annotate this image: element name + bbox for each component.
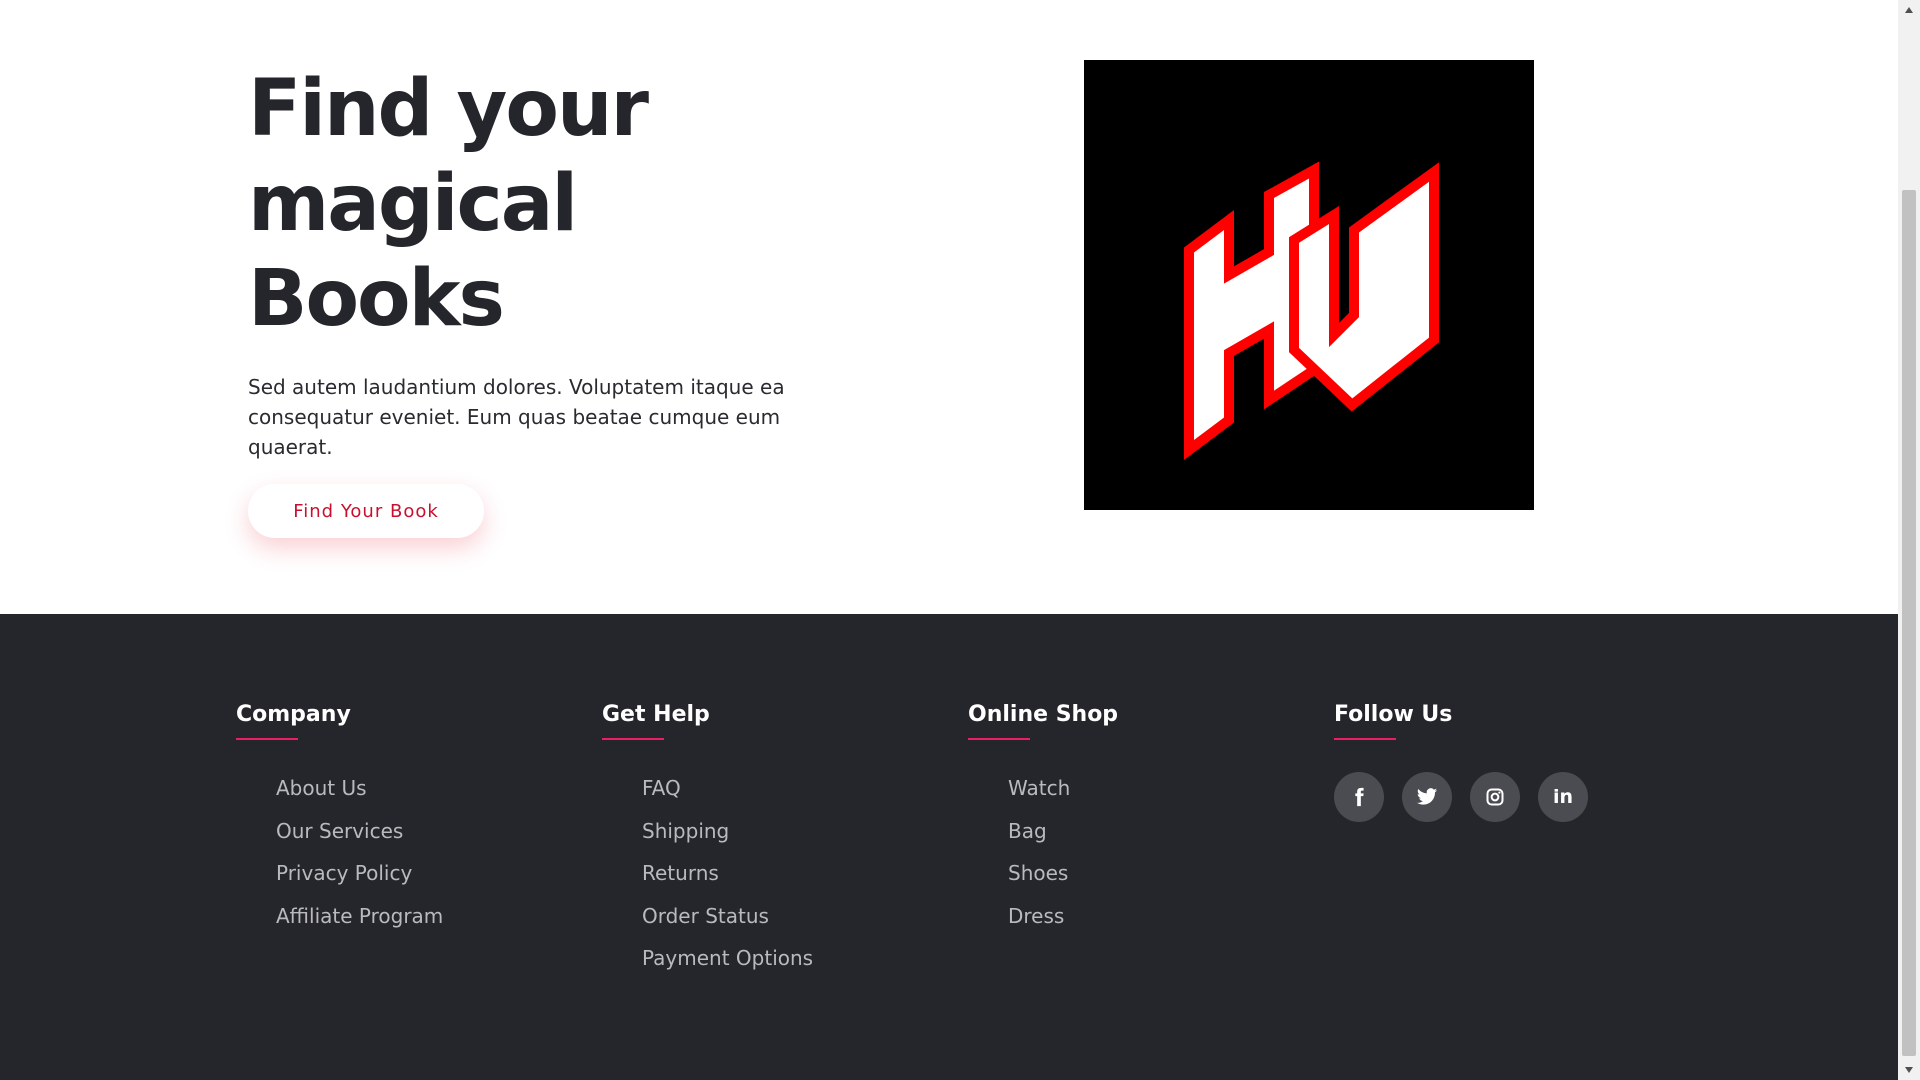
footer-link-payment-options[interactable]: Payment Options	[642, 946, 813, 970]
footer-link-our-services[interactable]: Our Services	[276, 819, 403, 843]
footer-link-order-status[interactable]: Order Status	[642, 904, 769, 928]
hv-logo-image	[1084, 60, 1534, 510]
footer-link-watch[interactable]: Watch	[1008, 776, 1070, 800]
list-item: FAQ	[642, 774, 942, 817]
instagram-button[interactable]	[1470, 772, 1520, 822]
scroll-down-arrow[interactable]	[1898, 1060, 1920, 1080]
scroll-up-arrow[interactable]	[1898, 0, 1920, 20]
linkedin-button[interactable]: in	[1538, 772, 1588, 822]
footer-heading-online-shop: Online Shop	[968, 702, 1119, 727]
footer-link-faq[interactable]: FAQ	[642, 776, 681, 800]
footer-column-get-help: Get Help FAQ Shipping Returns Order Stat…	[602, 700, 942, 987]
list-item: About Us	[276, 774, 576, 817]
triangle-down-icon	[1905, 1067, 1913, 1073]
triangle-up-icon	[1905, 7, 1913, 13]
heading-underline	[1334, 738, 1396, 740]
list-item: Payment Options	[642, 944, 942, 987]
hv-logo-graphic	[1184, 161, 1439, 460]
list-item: Watch	[1008, 774, 1308, 817]
footer-link-bag[interactable]: Bag	[1008, 819, 1047, 843]
footer-links-online-shop: Watch Bag Shoes Dress	[968, 774, 1308, 944]
footer-links-company: About Us Our Services Privacy Policy Aff…	[236, 774, 576, 944]
page-viewport: Find your magical Books Sed autem laudan…	[0, 0, 1898, 1080]
footer-links-get-help: FAQ Shipping Returns Order Status Paymen…	[602, 774, 942, 987]
linkedin-icon: in	[1552, 786, 1574, 808]
scrollbar-thumb[interactable]	[1902, 190, 1916, 1056]
vertical-scrollbar[interactable]	[1898, 0, 1920, 1080]
footer-column-company: Company About Us Our Services Privacy Po…	[236, 700, 576, 944]
footer-heading-get-help: Get Help	[602, 702, 710, 727]
facebook-icon	[1355, 787, 1364, 807]
list-item: Returns	[642, 859, 942, 902]
facebook-button[interactable]	[1334, 772, 1384, 822]
list-item: Our Services	[276, 817, 576, 860]
instagram-icon	[1486, 788, 1504, 806]
heading-underline	[602, 738, 664, 740]
list-item: Dress	[1008, 902, 1308, 945]
footer-link-affiliate-program[interactable]: Affiliate Program	[276, 904, 443, 928]
hero-description: Sed autem laudantium dolores. Voluptatem…	[248, 375, 785, 459]
footer-link-about-us[interactable]: About Us	[276, 776, 367, 800]
site-footer: Company About Us Our Services Privacy Po…	[0, 614, 1898, 1080]
footer-heading-follow-us: Follow Us	[1334, 702, 1453, 727]
hero-title: Find your magical Books	[248, 64, 649, 344]
footer-link-privacy-policy[interactable]: Privacy Policy	[276, 861, 412, 885]
find-your-book-button[interactable]: Find Your Book	[248, 484, 484, 538]
social-links: in	[1334, 772, 1674, 822]
footer-link-shipping[interactable]: Shipping	[642, 819, 729, 843]
hero-section: Find your magical Books Sed autem laudan…	[0, 0, 1898, 614]
heading-underline	[968, 738, 1030, 740]
list-item: Bag	[1008, 817, 1308, 860]
heading-underline	[236, 738, 298, 740]
footer-column-follow-us: Follow Us in	[1334, 700, 1674, 822]
footer-column-online-shop: Online Shop Watch Bag Shoes Dress	[968, 700, 1308, 944]
list-item: Affiliate Program	[276, 902, 576, 945]
twitter-icon	[1416, 788, 1438, 805]
footer-link-returns[interactable]: Returns	[642, 861, 719, 885]
footer-heading-company: Company	[236, 702, 351, 727]
list-item: Shoes	[1008, 859, 1308, 902]
list-item: Privacy Policy	[276, 859, 576, 902]
footer-link-dress[interactable]: Dress	[1008, 904, 1064, 928]
list-item: Shipping	[642, 817, 942, 860]
twitter-button[interactable]	[1402, 772, 1452, 822]
list-item: Order Status	[642, 902, 942, 945]
footer-link-shoes[interactable]: Shoes	[1008, 861, 1068, 885]
